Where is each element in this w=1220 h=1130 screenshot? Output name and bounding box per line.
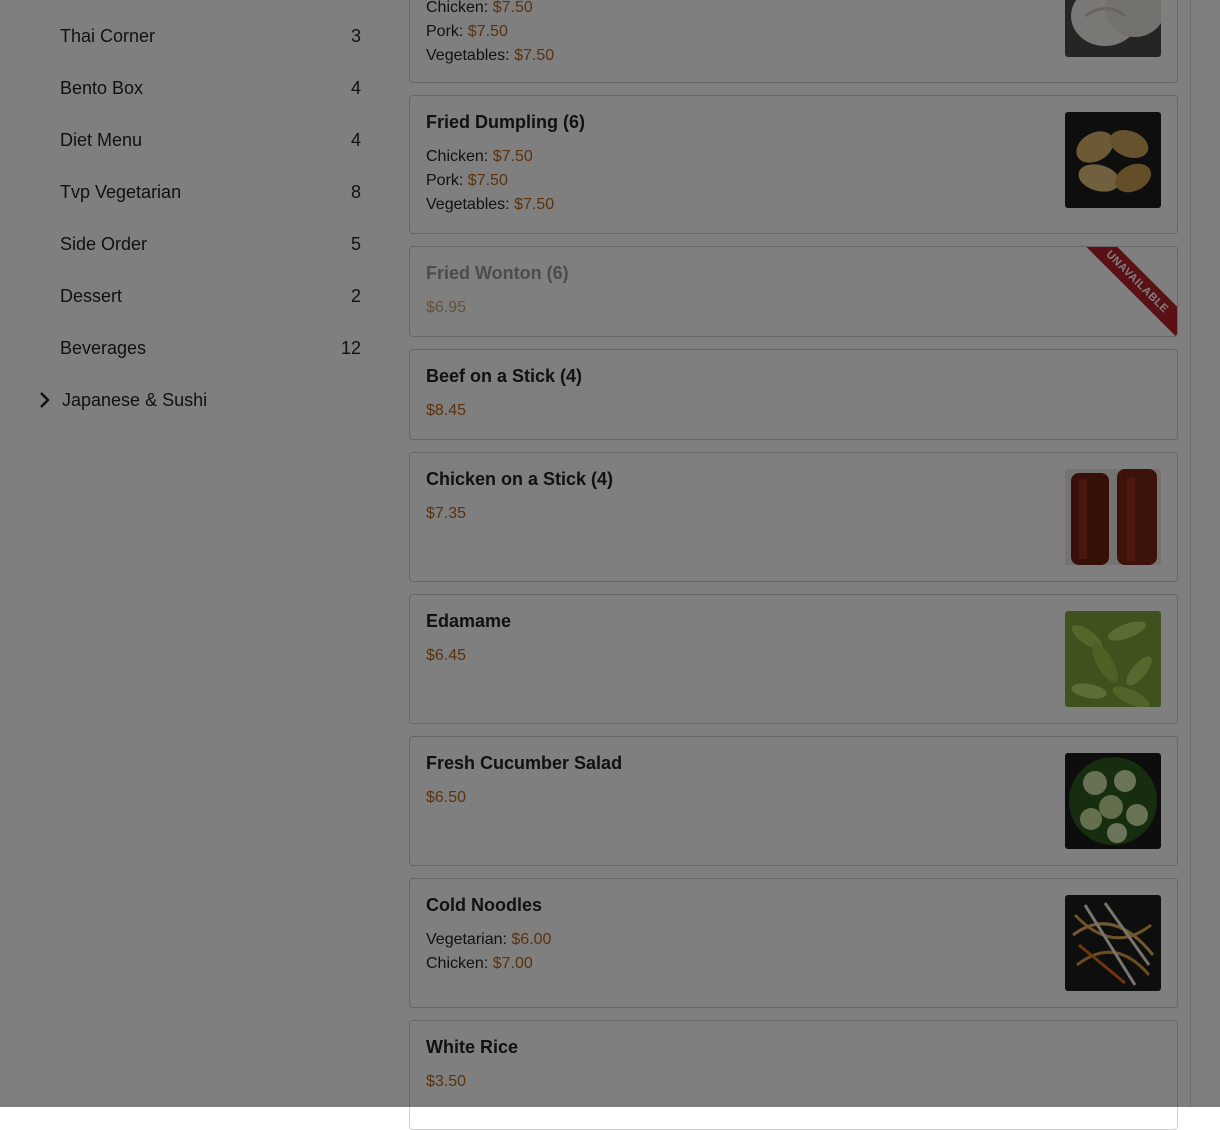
modal-backdrop[interactable] [0, 0, 1220, 1107]
